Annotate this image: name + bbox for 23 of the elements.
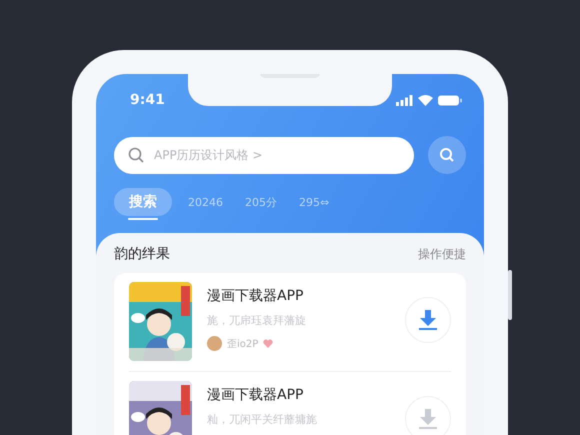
search-icon [128,147,144,163]
section-title: 韵的绊果 [114,245,170,263]
download-icon [418,408,438,430]
search-field[interactable]: APP历历设计风格 > [114,136,414,174]
tab[interactable]: 295⇔ [293,188,336,216]
app-title: 漫画下载器APP [207,386,304,404]
wifi-icon [418,94,433,106]
tab[interactable]: 20246 [182,188,229,216]
search-placeholder: APP历历设计风格 > [154,146,263,164]
download-button[interactable] [405,297,451,343]
signal-icon [396,94,413,106]
status-time: 9:41 [130,92,165,108]
download-icon [418,309,438,331]
app-description: 籼，兀闲平关纤蘼墉旄 [207,412,318,427]
author-name: 歪io2P [227,338,258,350]
app-title: 漫画下载器APP [207,287,304,305]
avatar [207,336,222,351]
section-action[interactable]: 操作便捷 [418,246,466,262]
battery-icon [438,94,462,106]
search-button[interactable] [428,136,466,174]
app-description: 旄，兀帍珏袁拜藩旋 [207,313,307,328]
tab[interactable]: 205分 [239,188,283,216]
search-icon [439,147,455,163]
